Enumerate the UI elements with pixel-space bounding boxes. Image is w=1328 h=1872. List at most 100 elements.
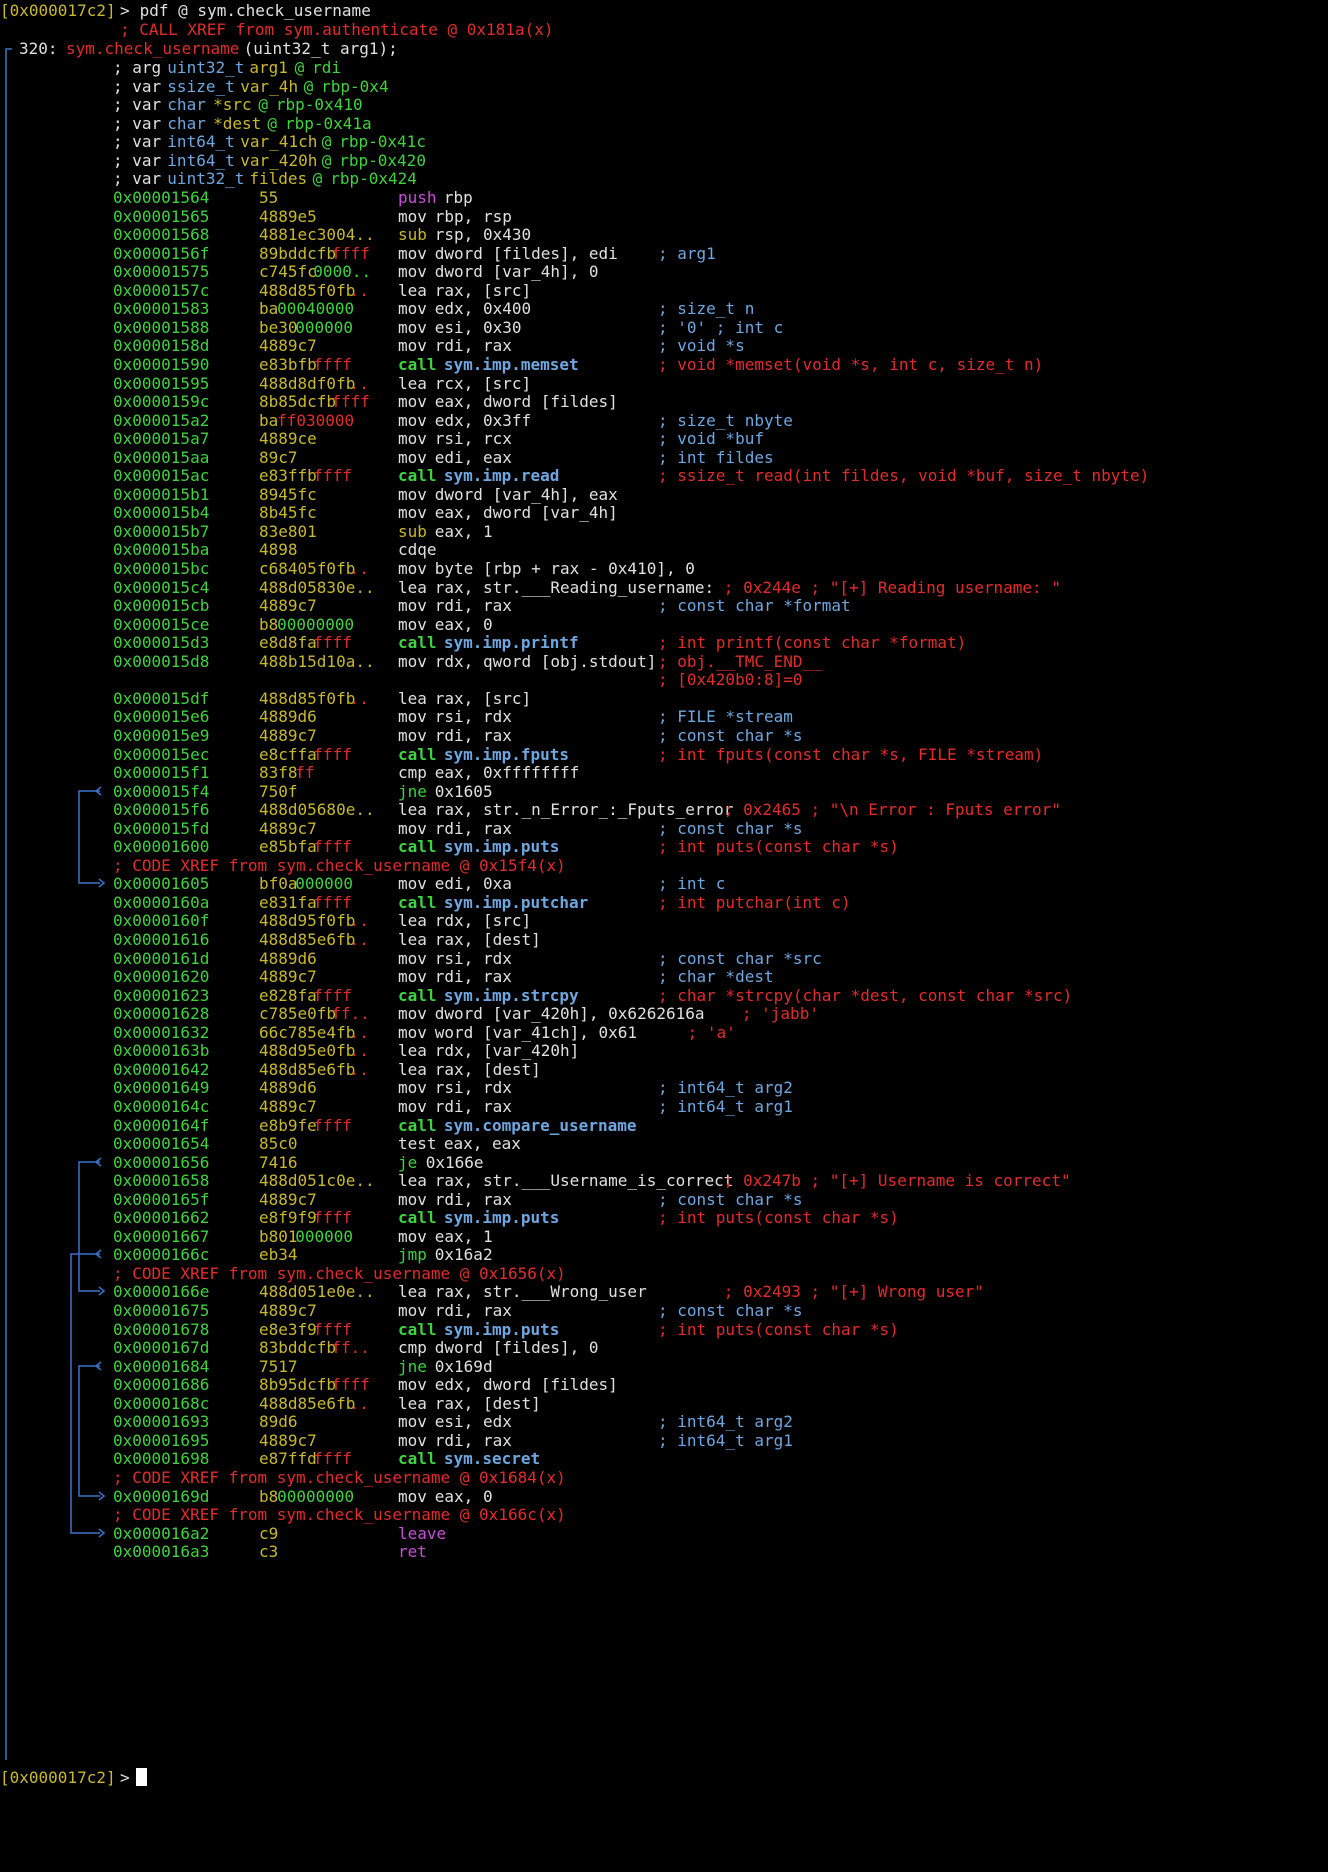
instruction-comment: ; int64_t arg1 <box>658 1431 793 1450</box>
instruction-bytes: 55 <box>259 188 279 207</box>
caret-icon[interactable] <box>134 1767 147 1788</box>
instruction-comment: ; 'jabb' <box>741 1004 819 1023</box>
instruction-bytes-tail: 000000 <box>295 874 353 893</box>
instruction-operands: rdx, qword [obj.stdout] <box>425 652 657 671</box>
variable-at: @ <box>248 95 278 114</box>
instruction-operands: rdx, [src] <box>425 911 532 930</box>
instruction-comment: ; int puts(const char *s) <box>658 837 899 856</box>
instruction-bytes: 4889c7 <box>259 967 317 986</box>
instruction-operands: rdi, rax <box>425 1097 512 1116</box>
instruction-mnemonic: mov <box>398 967 427 986</box>
variable-loc: rdi <box>312 58 341 77</box>
function-size: 320: <box>19 39 58 58</box>
instruction-operands: eax, dword [var_4h] <box>425 503 618 522</box>
instruction-address: 0x000015ac <box>113 466 210 485</box>
instruction-bytes-tail: ff.. <box>331 1338 370 1357</box>
instruction-bytes: c745fc <box>259 262 317 281</box>
instruction-mnemonic: lea <box>398 800 427 819</box>
variable-kw: ; arg <box>113 58 171 77</box>
instruction-bytes-tail: ffff <box>313 1116 352 1135</box>
instruction-comment: ; int putchar(int c) <box>658 893 851 912</box>
instruction-address: 0x000015d8 <box>113 652 210 671</box>
instruction-comment: ; 0x247b ; "[+] Username is correct" <box>723 1171 1071 1190</box>
instruction-bytes-tail: ffff <box>313 837 352 856</box>
instruction-bytes: 488d05680e.. <box>259 800 375 819</box>
variable-loc: rbp-0x41c <box>339 132 426 151</box>
instruction-address: 0x00001693 <box>113 1412 210 1431</box>
instruction-comment: ; const char *format <box>658 596 851 615</box>
jump-line <box>78 1365 100 1497</box>
variable-kw: ; var <box>113 95 171 114</box>
instruction-bytes: bf0a <box>259 874 298 893</box>
instruction-bytes: 8b85dcfb <box>259 392 337 411</box>
instruction-comment: ; 0x2493 ; "[+] Wrong user" <box>723 1282 984 1301</box>
instruction-mnemonic: mov <box>398 1078 427 1097</box>
instruction-comment: ; arg1 <box>658 244 716 263</box>
instruction-mnemonic: mov <box>398 559 427 578</box>
variable-type: char <box>167 95 206 114</box>
instruction-bytes-tail: ff.. <box>331 1004 370 1023</box>
variable-name: arg1 <box>239 58 288 77</box>
instruction-mnemonic: lea <box>398 1171 427 1190</box>
instruction-mnemonic: call <box>398 1208 437 1227</box>
instruction-operands: byte [rbp + rax - 0x410], 0 <box>425 559 695 578</box>
variable-at: @ <box>303 169 332 188</box>
instruction-operands: rdi, rax <box>425 1301 512 1320</box>
instruction-comment: ; const char *s <box>658 1301 803 1320</box>
instruction-operands: rdx, [var_420h] <box>425 1041 580 1060</box>
instruction-bytes-tail: .. <box>349 1394 369 1413</box>
instruction-operands: eax, 0xffffffff <box>425 763 580 782</box>
instruction-mnemonic: call <box>398 1449 437 1468</box>
final-prompt-address: [0x000017c2] <box>0 1768 116 1787</box>
instruction-comment: ; int64_t arg2 <box>658 1078 793 1097</box>
instruction-operands: rdi, rax <box>425 726 512 745</box>
instruction-bytes: c68405f0fb <box>259 559 356 578</box>
variable-loc: rbp-0x410 <box>275 95 363 114</box>
instruction-bytes-tail: .. <box>349 911 369 930</box>
instruction-address: 0x00001698 <box>113 1449 210 1468</box>
instruction-address: 0x00001658 <box>113 1171 210 1190</box>
instruction-bytes: 4889c7 <box>259 726 317 745</box>
instruction-mnemonic: mov <box>398 336 427 355</box>
instruction-address: 0x00001564 <box>113 188 210 207</box>
instruction-operands: esi, edx <box>425 1412 512 1431</box>
instruction-operands: rdi, rax <box>425 336 512 355</box>
instruction-mnemonic: test <box>398 1134 437 1153</box>
code-xref-text: ; CODE XREF from sym.check_username @ 0x… <box>113 1505 566 1524</box>
terminal-window[interactable]: [0x000017c2] > pdf @ sym.check_username … <box>0 0 1328 1788</box>
instruction-bytes: ba <box>259 299 279 318</box>
instruction-bytes: 83f8 <box>259 763 298 782</box>
instruction-comment: ; 'a' <box>687 1023 736 1042</box>
instruction-address: 0x00001568 <box>113 225 210 244</box>
instruction-bytes: e83ffb <box>259 466 317 485</box>
prompt-arrow-icon: > <box>120 1 130 20</box>
instruction-comment: ; char *dest <box>658 967 774 986</box>
instruction-comment: ; size_t n <box>658 299 755 318</box>
instruction-bytes: 83bddcfb <box>259 1338 337 1357</box>
instruction-address: 0x00001686 <box>113 1375 210 1394</box>
final-prompt-line[interactable]: [0x000017c2] > <box>0 1767 147 1788</box>
variable-loc: rbp-0x424 <box>330 169 417 188</box>
variable-name: *src <box>203 95 252 114</box>
instruction-comment: ; int64_t arg2 <box>658 1412 793 1431</box>
instruction-mnemonic: jmp <box>398 1245 427 1264</box>
instruction-address: 0x00001583 <box>113 299 210 318</box>
instruction-mnemonic: mov <box>398 726 427 745</box>
instruction-operands: rax, str.___Username_is_correct <box>425 1171 734 1190</box>
instruction-bytes-tail: ffff <box>313 1449 352 1468</box>
instruction-comment: ; char *strcpy(char *dest, const char *s… <box>658 986 1073 1005</box>
variable-name: fildes <box>239 169 308 188</box>
instruction-mnemonic: mov <box>398 652 427 671</box>
instruction-bytes: 4889d6 <box>259 1078 317 1097</box>
instruction-bytes: 488d051e0e.. <box>259 1282 375 1301</box>
instruction-address: 0x0000163b <box>113 1041 210 1060</box>
instruction-bytes-tail: ffff <box>313 355 352 374</box>
instruction-mnemonic: mov <box>398 1097 427 1116</box>
final-prompt-arrow-icon: > <box>120 1768 130 1787</box>
instruction-bytes: 488d85e6fb <box>259 930 356 949</box>
instruction-address: 0x000015d3 <box>113 633 210 652</box>
instruction-bytes: e8d8fa <box>259 633 317 652</box>
instruction-mnemonic: cmp <box>398 1338 427 1357</box>
instruction-bytes-tail: ffff <box>331 392 370 411</box>
instruction-operands: rsi, rdx <box>425 707 512 726</box>
